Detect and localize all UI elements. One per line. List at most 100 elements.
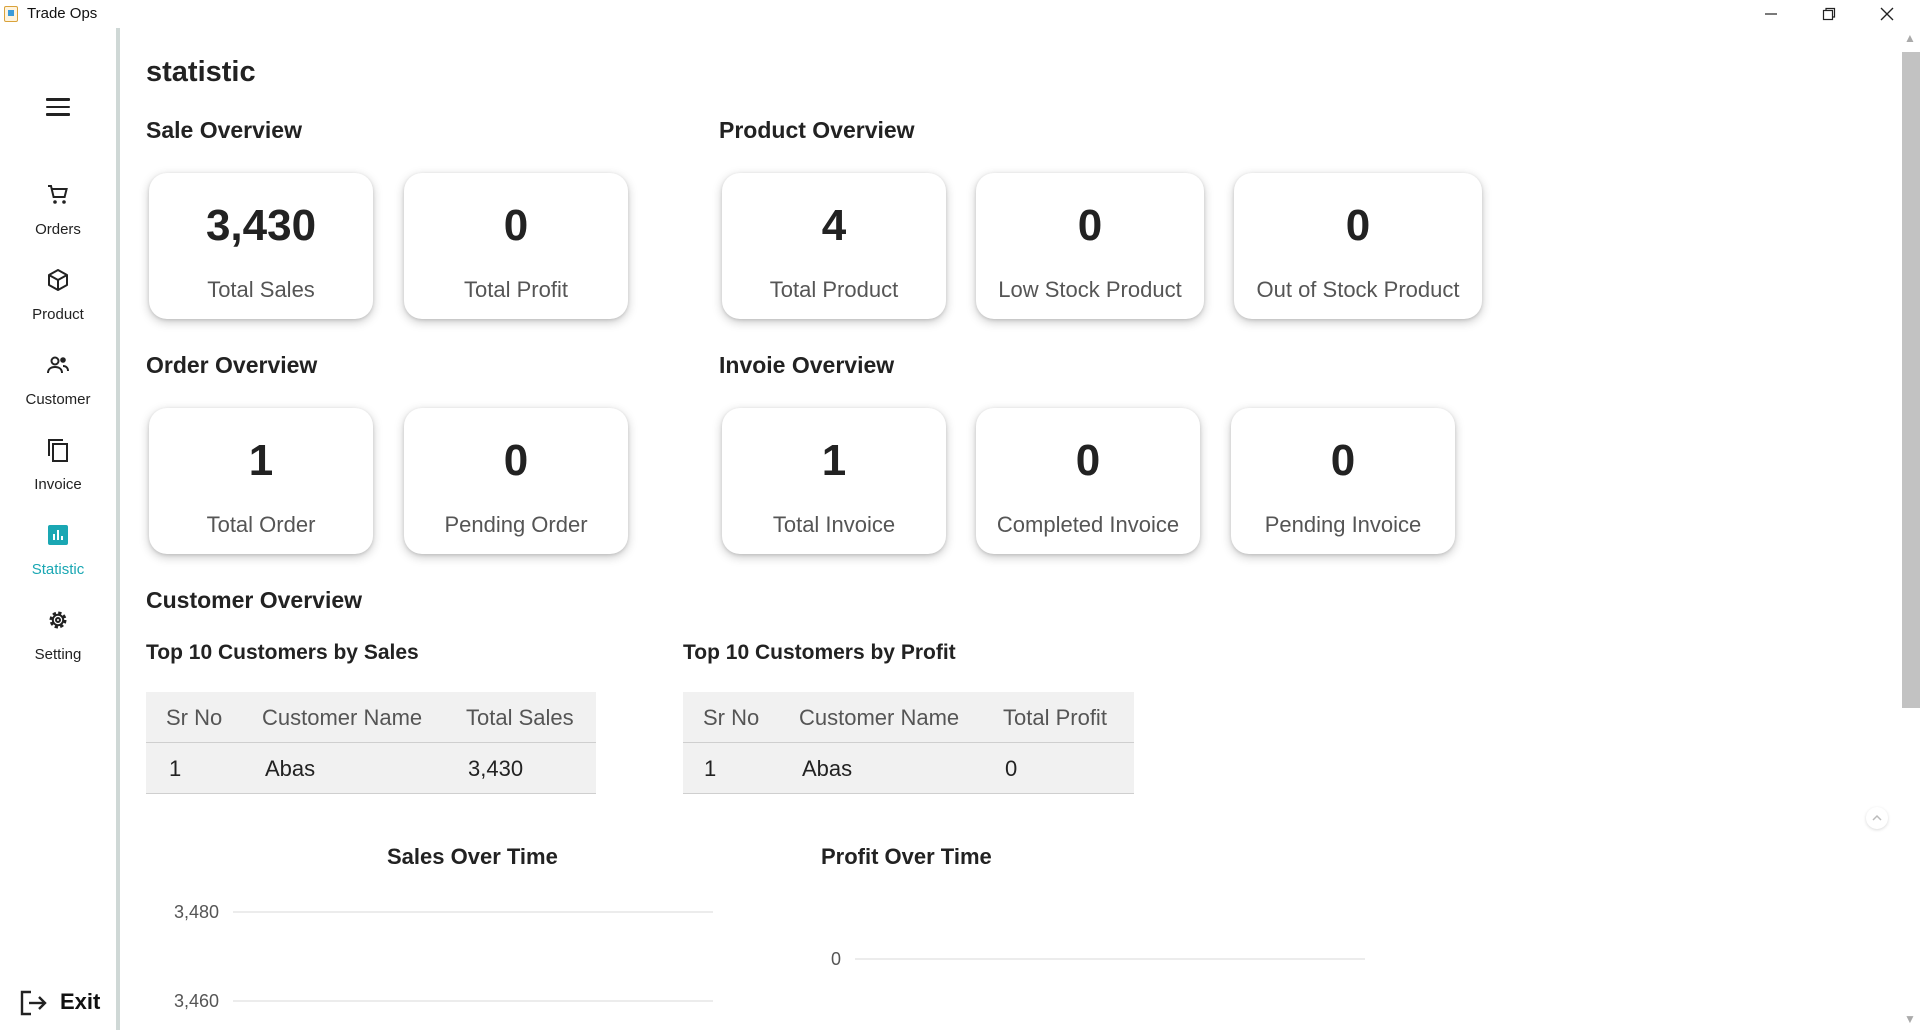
pending-invoice-card: 0 Pending Invoice — [1231, 408, 1455, 554]
chart-title: Profit Over Time — [821, 844, 992, 869]
card-value: 0 — [503, 201, 529, 250]
sidebar: Orders Product Customer Invoice Statisti… — [0, 28, 116, 1030]
box-icon — [48, 269, 68, 291]
sidebar-item-orders[interactable]: Orders — [0, 183, 116, 253]
card-value: 0 — [1075, 436, 1101, 485]
close-icon — [1880, 7, 1894, 21]
card-value: 4 — [821, 201, 847, 250]
logout-icon — [20, 990, 47, 1016]
sidebar-divider — [116, 28, 120, 1030]
page-title: statistic — [146, 56, 256, 88]
table-row[interactable]: 1 Abas 0 — [683, 743, 1134, 794]
window-title: Trade Ops — [27, 5, 98, 22]
card-label: Total Sales — [207, 277, 315, 302]
column-header[interactable]: Total Profit — [1003, 705, 1107, 731]
close-button[interactable] — [1858, 0, 1916, 28]
product-overview-title: Product Overview — [719, 117, 915, 143]
total-product-card: 4 Total Product — [722, 173, 946, 319]
table-cell: Abas — [802, 756, 853, 781]
total-sales-card: 3,430 Total Sales — [149, 173, 373, 319]
out-of-stock-product-card: 0 Out of Stock Product — [1234, 173, 1482, 319]
column-header[interactable]: Customer Name — [799, 705, 959, 731]
column-header[interactable]: Customer Name — [262, 705, 422, 731]
low-stock-product-card: 0 Low Stock Product — [976, 173, 1204, 319]
card-value: 1 — [248, 436, 274, 485]
card-label: Out of Stock Product — [1256, 277, 1460, 302]
total-order-card: 1 Total Order — [149, 408, 373, 554]
exit-label: Exit — [60, 989, 101, 1014]
column-header[interactable]: Sr No — [166, 705, 222, 731]
scrollbar-thumb[interactable] — [1902, 52, 1920, 708]
scroll-down-arrow-icon[interactable]: ▼ — [1901, 1012, 1919, 1026]
table-cell: 1 — [704, 756, 717, 781]
card-label: Total Profit — [464, 277, 568, 302]
minimize-button[interactable] — [1742, 0, 1800, 28]
sidebar-item-invoice[interactable]: Invoice — [0, 438, 116, 508]
invoice-overview-title: Invoie Overview — [719, 352, 895, 378]
sales-over-time-chart: 3,480 3,460 — [174, 902, 713, 1011]
profit-over-time-chart: 0 — [831, 949, 1365, 969]
exit-button[interactable]: Exit — [20, 988, 110, 1018]
card-value: 0 — [1077, 201, 1103, 250]
sale-overview-title: Sale Overview — [146, 117, 302, 143]
hamburger-menu-icon[interactable] — [46, 98, 70, 116]
people-icon — [47, 356, 69, 374]
copy-icon — [48, 439, 68, 462]
card-value: 0 — [503, 436, 529, 485]
sidebar-item-label: Setting — [34, 646, 82, 663]
table-cell: Abas — [265, 756, 316, 781]
y-tick-label: 3,480 — [174, 902, 219, 922]
column-header[interactable]: Total Sales — [466, 705, 574, 731]
column-header[interactable]: Sr No — [703, 705, 759, 731]
cart-icon — [48, 185, 68, 204]
customer-overview-title: Customer Overview — [146, 587, 363, 613]
table-cell: 1 — [169, 756, 182, 781]
sidebar-item-label: Product — [32, 306, 84, 323]
chart-title: Sales Over Time — [387, 844, 558, 869]
sidebar-item-label: Invoice — [34, 476, 82, 493]
completed-invoice-card: 0 Completed Invoice — [976, 408, 1200, 554]
bar-chart-icon — [48, 525, 68, 545]
card-value: 3,430 — [205, 201, 317, 250]
card-label: Pending Order — [444, 512, 588, 537]
table-cell: 3,430 — [468, 756, 524, 781]
order-overview-title: Order Overview — [146, 352, 318, 378]
table-cell: 0 — [1005, 756, 1018, 781]
sidebar-item-statistic[interactable]: Statistic — [0, 523, 116, 593]
minimize-icon — [1765, 13, 1777, 15]
restore-icon — [1822, 7, 1836, 21]
title-bar: Trade Ops — [0, 0, 1920, 28]
restore-button[interactable] — [1800, 0, 1858, 28]
top-customers-by-sales-table: Sr No Customer Name Total Sales 1 Abas 3… — [146, 692, 596, 794]
sidebar-item-label: Orders — [35, 221, 81, 238]
table-header-row: Sr No Customer Name Total Sales — [146, 692, 596, 743]
scroll-to-top-button[interactable] — [1866, 807, 1888, 829]
chevron-up-icon — [1872, 814, 1882, 821]
scroll-up-arrow-icon[interactable]: ▲ — [1901, 31, 1919, 45]
sidebar-item-setting[interactable]: Setting — [0, 608, 116, 678]
card-value: 0 — [1345, 201, 1371, 250]
top-customers-by-profit-table: Sr No Customer Name Total Profit 1 Abas … — [683, 692, 1134, 794]
table-header-row: Sr No Customer Name Total Profit — [683, 692, 1134, 743]
y-tick-label: 3,460 — [174, 991, 219, 1011]
total-profit-card: 0 Total Profit — [404, 173, 628, 319]
pending-order-card: 0 Pending Order — [404, 408, 628, 554]
table-row[interactable]: 1 Abas 3,430 — [146, 743, 596, 794]
card-value: 0 — [1330, 436, 1356, 485]
card-label: Completed Invoice — [996, 512, 1180, 537]
total-invoice-card: 1 Total Invoice — [722, 408, 946, 554]
sidebar-item-label: Statistic — [31, 561, 85, 578]
sidebar-item-customer[interactable]: Customer — [0, 353, 116, 423]
card-label: Total Order — [206, 512, 316, 537]
app-icon — [4, 6, 18, 22]
y-tick-label: 0 — [831, 949, 841, 969]
card-value: 1 — [821, 436, 847, 485]
sidebar-item-label: Customer — [25, 391, 91, 408]
card-label: Total Invoice — [772, 512, 896, 537]
card-label: Low Stock Product — [998, 277, 1182, 302]
card-label: Pending Invoice — [1264, 512, 1422, 537]
top-customers-by-profit-title: Top 10 Customers by Profit — [683, 641, 956, 664]
gear-icon — [49, 611, 67, 629]
card-label: Total Product — [769, 277, 899, 302]
sidebar-item-product[interactable]: Product — [0, 268, 116, 338]
